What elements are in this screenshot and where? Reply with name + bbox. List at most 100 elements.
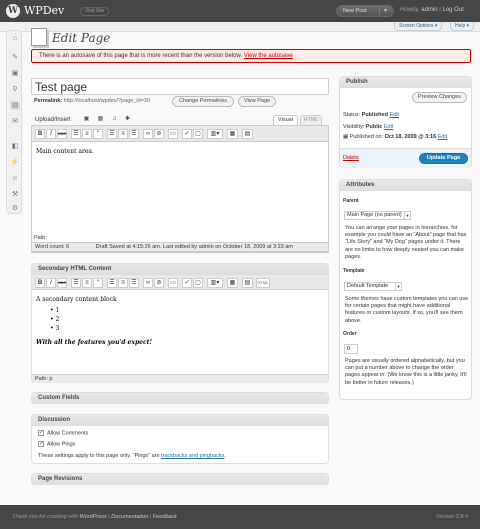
custom-fields-heading[interactable]: Custom Fields: [32, 393, 328, 404]
secondary-closing[interactable]: With all the features you'd expect!: [36, 339, 152, 346]
chevron-down-icon[interactable]: ▼: [404, 212, 410, 219]
fullscreen-button[interactable]: ▢: [193, 129, 203, 139]
plugins-icon[interactable]: ⚡: [10, 158, 20, 167]
update-page-button[interactable]: Update Page: [419, 153, 468, 164]
preview-changes-button[interactable]: Preview Changes: [412, 92, 467, 103]
list-item[interactable]: • 3: [50, 324, 152, 333]
secondary-unlink-button[interactable]: ⊘: [154, 278, 164, 288]
links-icon[interactable]: ⚲: [10, 85, 20, 94]
users-icon[interactable]: ☺: [10, 174, 20, 183]
secondary-intro[interactable]: A secondary content block: [36, 296, 152, 303]
secondary-editor-content[interactable]: A secondary content block • 1 • 2 • 3 Wi…: [36, 296, 152, 346]
secondary-content-heading[interactable]: Secondary HTML Content: [32, 264, 328, 275]
chevron-down-icon[interactable]: ▼: [379, 6, 391, 16]
secondary-html-source-button[interactable]: ▤: [242, 278, 253, 288]
settings-icon[interactable]: ⚙: [10, 204, 20, 213]
italic-button[interactable]: I: [46, 129, 56, 139]
edit-visibility-link[interactable]: Edit: [384, 124, 393, 130]
media-icon[interactable]: ▣: [10, 69, 20, 78]
attributes-heading[interactable]: Attributes: [340, 180, 471, 191]
wordpress-link[interactable]: WordPress: [80, 514, 107, 520]
view-autosave-link[interactable]: View the autosave: [244, 53, 293, 59]
parent-value[interactable]: Main Page (no parent): [347, 212, 402, 218]
new-post-button[interactable]: New Post ▼: [336, 5, 394, 17]
chevron-down-icon[interactable]: ▼: [395, 283, 401, 290]
publish-heading[interactable]: Publish: [340, 77, 471, 88]
comments-icon[interactable]: ✉: [10, 117, 20, 126]
kitchen-sink-button[interactable]: ▥▾: [207, 129, 223, 139]
trackbacks-link[interactable]: trackbacks and pingbacks: [161, 453, 224, 459]
feedback-link[interactable]: Feedback: [153, 514, 177, 520]
link-button[interactable]: ∞: [143, 129, 153, 139]
secondary-blockquote-button[interactable]: “: [93, 278, 103, 288]
secondary-fullscreen-button[interactable]: ▢: [193, 278, 203, 288]
change-permalinks-button[interactable]: Change Permalinks: [172, 96, 234, 107]
view-page-button[interactable]: View Page: [238, 96, 276, 107]
visit-site-button[interactable]: Visit Site: [80, 7, 110, 16]
allow-pings-checkbox[interactable]: ✓: [38, 441, 44, 447]
secondary-spellcheck-button[interactable]: ✓: [182, 278, 192, 288]
secondary-bullet-list-button[interactable]: ☰: [71, 278, 81, 288]
insert-table-button[interactable]: ▦: [227, 129, 238, 139]
secondary-html-button[interactable]: HTML: [256, 278, 270, 288]
secondary-insert-table-button[interactable]: ▦: [227, 278, 238, 288]
screen-options-button[interactable]: Screen Options ▾: [394, 22, 443, 31]
tab-html[interactable]: HTML: [300, 115, 322, 125]
editor-content[interactable]: Main content area.: [36, 148, 94, 155]
allow-comments-checkbox[interactable]: ✓: [38, 430, 44, 436]
allow-pings-row[interactable]: ✓ Allow Pings: [38, 441, 75, 447]
parent-select[interactable]: Main Page (no parent) ▼: [344, 211, 411, 220]
align-center-button[interactable]: ≡: [118, 129, 128, 139]
strikethrough-button[interactable]: ABC: [57, 129, 67, 139]
edit-status-link[interactable]: Edit: [389, 112, 398, 118]
logout-link[interactable]: Log Out: [442, 7, 463, 13]
allow-pings-label[interactable]: Allow Pings: [47, 441, 75, 447]
delete-link[interactable]: Delete: [343, 155, 359, 161]
html-source-button[interactable]: ▤: [242, 129, 253, 139]
user-link[interactable]: admin: [421, 7, 437, 13]
secondary-align-right-button[interactable]: ☰: [129, 278, 139, 288]
add-image-icon[interactable]: ▣: [83, 116, 90, 123]
list-item[interactable]: • 2: [50, 315, 152, 324]
align-right-button[interactable]: ☰: [129, 129, 139, 139]
secondary-kitchen-sink-button[interactable]: ▥▾: [207, 278, 223, 288]
post-title-input[interactable]: [31, 78, 329, 95]
documentation-link[interactable]: Documentation: [111, 514, 148, 520]
spellcheck-button[interactable]: ✓: [182, 129, 192, 139]
secondary-more-tag-button[interactable]: ▭: [168, 278, 178, 288]
secondary-link-button[interactable]: ∞: [143, 278, 153, 288]
dashboard-icon[interactable]: ⌂: [10, 34, 20, 43]
edit-date-link[interactable]: Edit: [438, 134, 447, 140]
add-media-icon[interactable]: ✱: [124, 116, 131, 123]
add-video-icon[interactable]: ▦: [97, 116, 104, 123]
new-post-label[interactable]: New Post: [343, 8, 367, 14]
content-editor[interactable]: B I ABC ☰ ≡ “ ☰ ≡ ☰ ∞ ⊘ ▭ ✓ ▢ ▥▾ ▦ ▤ Mai…: [31, 125, 329, 253]
bold-button[interactable]: B: [35, 129, 45, 139]
page-revisions-heading[interactable]: Page Revisions: [32, 474, 328, 485]
pages-icon[interactable]: ▤: [10, 101, 20, 110]
unlink-button[interactable]: ⊘: [154, 129, 164, 139]
align-left-button[interactable]: ☰: [107, 129, 117, 139]
discussion-heading[interactable]: Discussion: [32, 415, 328, 426]
screen-options-label[interactable]: Screen Options: [399, 23, 433, 29]
secondary-align-left-button[interactable]: ☰: [107, 278, 117, 288]
bullet-list-button[interactable]: ☰: [71, 129, 81, 139]
template-select[interactable]: Default Template ▼: [344, 282, 402, 291]
more-tag-button[interactable]: ▭: [168, 129, 178, 139]
secondary-bold-button[interactable]: B: [35, 278, 45, 288]
help-label[interactable]: Help: [455, 23, 465, 29]
help-button[interactable]: Help ▾: [450, 22, 475, 31]
blockquote-button[interactable]: “: [93, 129, 103, 139]
allow-comments-row[interactable]: ✓ Allow Comments: [38, 430, 88, 436]
posts-icon[interactable]: ✎: [10, 53, 20, 62]
allow-comments-label[interactable]: Allow Comments: [47, 430, 88, 436]
add-audio-icon[interactable]: ♫: [111, 116, 118, 123]
secondary-numbered-list-button[interactable]: ≡: [82, 278, 92, 288]
template-value[interactable]: Default Template: [347, 283, 388, 289]
secondary-italic-button[interactable]: I: [46, 278, 56, 288]
secondary-align-center-button[interactable]: ≡: [118, 278, 128, 288]
order-input[interactable]: [344, 344, 358, 354]
site-title[interactable]: WPDev: [24, 4, 64, 17]
secondary-list[interactable]: • 1 • 2 • 3: [50, 306, 152, 333]
numbered-list-button[interactable]: ≡: [82, 129, 92, 139]
